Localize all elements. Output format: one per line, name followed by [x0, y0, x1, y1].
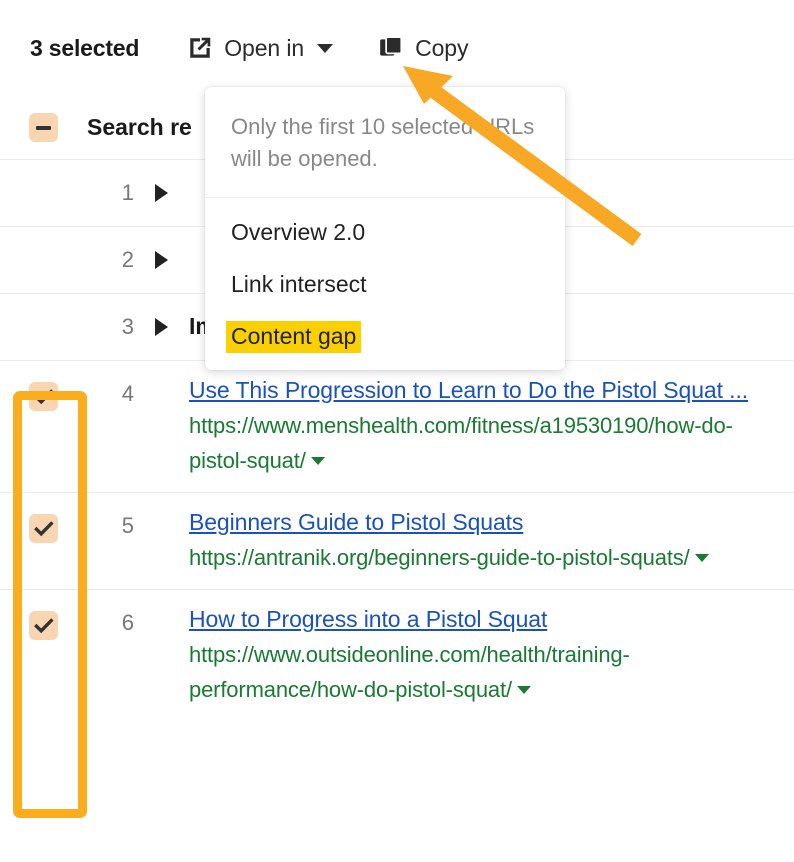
row-number: 3 — [87, 314, 134, 340]
triangle-right-icon — [155, 251, 168, 269]
row-number: 1 — [87, 180, 134, 206]
dropdown-item-list: Overview 2.0 Link intersect Content gap — [205, 198, 565, 362]
triangle-right-icon — [155, 318, 168, 336]
table-row[interactable]: 4 Use This Progression to Learn to Do th… — [0, 360, 794, 492]
row-content: Use This Progression to Learn to Do the … — [189, 361, 794, 492]
chevron-down-icon[interactable] — [311, 457, 325, 465]
check-icon — [34, 519, 54, 539]
selected-count-label: 3 selected — [30, 35, 139, 62]
dropdown-item-link-intersect[interactable]: Link intersect — [205, 258, 565, 310]
table-row[interactable]: 6 How to Progress into a Pistol Squat ht… — [0, 589, 794, 721]
dropdown-item-label: Link intersect — [231, 271, 367, 297]
open-in-button[interactable]: Open in — [187, 35, 333, 62]
dropdown-note: Only the first 10 selected URLs will be … — [205, 87, 565, 198]
result-title-link[interactable]: Beginners Guide to Pistol Squats — [189, 505, 776, 540]
row-content: How to Progress into a Pistol Squat http… — [189, 590, 794, 721]
selection-toolbar: 3 selected Open in Copy — [0, 0, 794, 96]
header-checkbox-cell — [0, 113, 87, 142]
indeterminate-dash-icon — [36, 126, 51, 130]
result-url[interactable]: https://antranik.org/beginners-guide-to-… — [189, 540, 776, 575]
external-link-icon — [187, 35, 213, 61]
expand-toggle[interactable] — [134, 318, 189, 336]
result-title-link[interactable]: How to Progress into a Pistol Squat — [189, 602, 776, 637]
dropdown-item-overview[interactable]: Overview 2.0 — [205, 206, 565, 258]
row-checkbox-cell — [0, 361, 87, 411]
expand-toggle[interactable] — [134, 251, 189, 269]
row-number: 5 — [87, 493, 134, 539]
chevron-down-icon[interactable] — [695, 554, 709, 562]
table-row[interactable]: 5 Beginners Guide to Pistol Squats https… — [0, 492, 794, 589]
row-number: 2 — [87, 247, 134, 273]
dropdown-item-label: Content gap — [226, 321, 361, 353]
dropdown-item-content-gap[interactable]: Content gap — [205, 310, 565, 362]
chevron-down-icon — [317, 44, 333, 53]
copy-label: Copy — [415, 35, 468, 62]
check-icon — [34, 387, 54, 407]
select-all-checkbox[interactable] — [29, 113, 58, 142]
result-title-link[interactable]: Use This Progression to Learn to Do the … — [189, 373, 776, 408]
row-number: 6 — [87, 590, 134, 636]
open-in-dropdown-menu: Only the first 10 selected URLs will be … — [205, 87, 565, 370]
row-checkbox[interactable] — [29, 382, 58, 411]
check-icon — [34, 616, 54, 636]
row-number: 4 — [87, 361, 134, 407]
result-url[interactable]: https://www.menshealth.com/fitness/a1953… — [189, 408, 776, 478]
result-url[interactable]: https://www.outsideonline.com/health/tra… — [189, 637, 776, 707]
row-checkbox-cell — [0, 493, 87, 543]
open-in-label: Open in — [224, 35, 304, 62]
row-content: Beginners Guide to Pistol Squats https:/… — [189, 493, 794, 589]
table-header-title: Search re — [87, 114, 192, 141]
row-checkbox[interactable] — [29, 611, 58, 640]
chevron-down-icon[interactable] — [517, 686, 531, 694]
copy-icon — [378, 35, 404, 61]
row-checkbox-cell — [0, 590, 87, 640]
dropdown-item-label: Overview 2.0 — [231, 219, 365, 245]
expand-toggle[interactable] — [134, 184, 189, 202]
triangle-right-icon — [155, 184, 168, 202]
copy-button[interactable]: Copy — [378, 35, 468, 62]
row-checkbox[interactable] — [29, 514, 58, 543]
